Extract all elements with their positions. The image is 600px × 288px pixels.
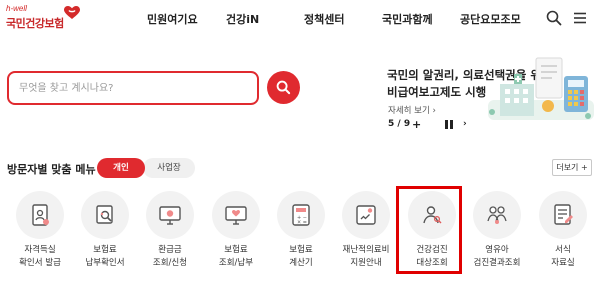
menu-label: 서식 자료실 — [526, 244, 600, 270]
page: h-well 국민건강보험 민원여기요 건강iN 정책센터 국민과함께 공단요모… — [0, 0, 600, 288]
search-button[interactable] — [267, 71, 300, 104]
logo-small-text: h-well — [6, 4, 27, 13]
menu-label: 보험료 납부확인서 — [68, 244, 142, 270]
hospital-bill-illustration — [488, 57, 594, 120]
menu-icon-circle — [146, 191, 194, 239]
menu-label: 건강검진 대상조회 — [395, 244, 469, 270]
menu-label-line1: 건강검진 — [416, 245, 448, 255]
nav-item-health-in[interactable]: 건강iN — [226, 11, 259, 27]
pager-next-button[interactable]: › — [463, 119, 467, 129]
menu-icon-circle — [342, 191, 390, 239]
menu-label-line1: 보험료 — [289, 245, 313, 255]
menu-label-line2: 조회/신청 — [152, 258, 188, 268]
menu-label: 보험료 조회/납부 — [199, 244, 273, 270]
menu-label: 환급금 조회/신청 — [133, 244, 207, 270]
menu-label-line2: 납부확인서 — [85, 258, 125, 268]
menu-item-medical-support[interactable]: 재난적의료비 지원안내 — [335, 191, 399, 283]
calculator-icon: + − × = — [292, 204, 310, 226]
menu-item-qualification[interactable]: 자격득실 확인서 발급 — [9, 191, 73, 283]
document-search-icon — [96, 205, 113, 224]
menu-item-calculator[interactable]: + − × = 보험료 계산기 — [270, 191, 334, 283]
menu-label-line1: 보험료 — [93, 245, 117, 255]
nav-item-civil[interactable]: 민원여기요 — [147, 11, 198, 27]
monitor-refund-icon — [159, 206, 181, 225]
menu-item-payment-confirm[interactable]: 보험료 납부확인서 — [74, 191, 138, 283]
form-document-icon — [554, 204, 573, 225]
id-card-icon — [32, 204, 49, 226]
pager-count: 5 / 9 — [388, 119, 411, 129]
tab-personal[interactable]: 개인 — [97, 158, 145, 178]
nav-item-about[interactable]: 공단요모조모 — [460, 11, 521, 27]
menu-label-line1: 자격득실 — [24, 245, 56, 255]
menu-icon-circle — [81, 191, 129, 239]
menu-item-refund[interactable]: 환급금 조회/신청 — [139, 191, 203, 283]
logo-main-text: 국민건강보험 — [6, 17, 64, 30]
menu-label-line1: 환급금 — [158, 245, 182, 255]
menu-label-line1: 보험료 — [224, 245, 248, 255]
heart-icon — [64, 6, 80, 19]
header: h-well 국민건강보험 민원여기요 건강iN 정책센터 국민과함께 공단요모… — [0, 0, 600, 38]
search-input[interactable] — [19, 79, 249, 97]
medical-support-icon — [356, 205, 376, 225]
person-search-icon — [423, 206, 442, 224]
menu-item-health-checkup[interactable]: 건강검진 대상조회 — [401, 191, 465, 283]
search-box — [7, 71, 259, 105]
menu-label-line2: 자료실 — [551, 258, 575, 268]
menu-label-line1: 서식 — [555, 245, 571, 255]
hamburger-menu-icon[interactable] — [572, 10, 588, 26]
menu-icon-circle — [539, 191, 587, 239]
banner-detail-link[interactable]: 자세히 보기 › — [388, 104, 436, 116]
menu-item-forms[interactable]: 서식 자료실 — [532, 191, 596, 283]
tab-business[interactable]: 사업장 — [143, 158, 195, 178]
menu-label-line2: 지원안내 — [350, 258, 382, 268]
menu-label-line2: 계산기 — [289, 258, 313, 268]
menu-label: 재난적의료비 지원안내 — [329, 244, 403, 270]
menu-label-line2: 확인서 발급 — [19, 258, 61, 268]
menu-icon-circle — [473, 191, 521, 239]
menu-item-infant-result[interactable]: 영유아 검진결과조회 — [466, 191, 530, 283]
section-title: 방문자별 맞춤 메뉴 — [7, 163, 96, 176]
logo[interactable]: h-well 국민건강보험 — [6, 4, 82, 34]
menu-icon-circle — [212, 191, 260, 239]
menu-item-premium-payment[interactable]: 보험료 조회/납부 — [205, 191, 269, 283]
menu-icon-circle — [16, 191, 64, 239]
pause-icon[interactable] — [445, 120, 453, 129]
more-button[interactable]: 더보기 + — [552, 159, 592, 176]
menu-label-line1: 영유아 — [485, 245, 509, 255]
nav-item-policy[interactable]: 정책센터 — [304, 11, 344, 27]
menu-label: 영유아 검진결과조회 — [460, 244, 534, 270]
search-icon — [276, 80, 291, 95]
search-icon[interactable] — [546, 10, 562, 26]
pager-plus-button[interactable]: + — [412, 118, 421, 131]
menu-label-line2: 대상조회 — [416, 258, 448, 268]
menu-label: 자격득실 확인서 발급 — [3, 244, 77, 270]
menu-icon-circle — [408, 191, 456, 239]
menu-label-line1: 재난적의료비 — [342, 245, 390, 255]
menu-icon-circle: + − × = — [277, 191, 325, 239]
family-icon — [487, 206, 507, 224]
monitor-payment-icon — [225, 206, 247, 225]
menu-label: 보험료 계산기 — [264, 244, 338, 270]
svg-text:× =: × = — [297, 220, 307, 226]
menu-label-line2: 조회/납부 — [218, 258, 254, 268]
menu-label-line2: 검진결과조회 — [473, 258, 521, 268]
nav-item-together[interactable]: 국민과함께 — [382, 11, 433, 27]
